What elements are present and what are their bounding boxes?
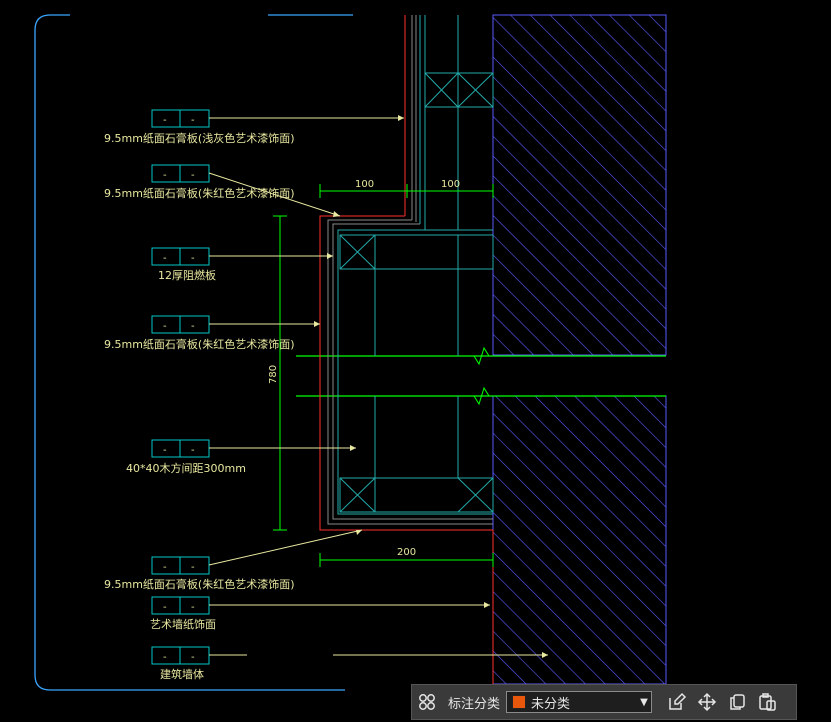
leader-3[interactable]: - - 12厚阻燃板 — [151, 247, 333, 282]
edit-icon[interactable] — [662, 687, 692, 717]
tag-cell-left: - — [163, 115, 167, 126]
leader-4[interactable]: - - 9.5mm纸面石膏板(朱红色艺术漆饰面) — [104, 315, 320, 351]
leader-2[interactable]: - - 9.5mm纸面石膏板(朱红色艺术漆饰面) — [104, 164, 341, 217]
paste-icon[interactable] — [752, 687, 782, 717]
annotation-category-select[interactable]: 未分类 ▼ — [506, 691, 653, 713]
tag-cell-right: - — [191, 602, 195, 613]
copy-icon[interactable] — [722, 687, 752, 717]
wall-hatch — [492, 14, 667, 356]
tag-cell-left: - — [163, 445, 167, 456]
tag-cell-left: - — [163, 253, 167, 264]
leader-label: 建筑墙体 — [160, 667, 204, 681]
tag-cell-left: - — [163, 602, 167, 613]
tag-cell-left: - — [163, 562, 167, 573]
dim-vertical: 780 — [268, 365, 279, 384]
annotation-category-label: 标注分类 — [448, 696, 501, 712]
tag-cell-right: - — [191, 652, 195, 663]
category-select-value: 未分类 — [531, 696, 571, 712]
cad-drawing-canvas[interactable]: 100 100 780 200 - - 9.5mm纸面石膏板(浅灰色艺术漆饰面)… — [0, 0, 831, 722]
grid-icon[interactable] — [412, 687, 442, 717]
leader-1[interactable]: - - 9.5mm纸面石膏板(浅灰色艺术漆饰面) — [104, 109, 404, 145]
tag-cell-left: - — [163, 321, 167, 332]
tag-cell-right: - — [191, 321, 195, 332]
leader-5[interactable]: - - 40*40木方间距300mm — [126, 439, 356, 475]
dim-top-right: 100 — [441, 179, 460, 190]
leader-label: 9.5mm纸面石膏板(朱红色艺术漆饰面) — [104, 337, 295, 351]
dim-bottom: 200 — [397, 547, 416, 558]
tag-cell-right: - — [191, 445, 195, 456]
leader-7[interactable]: - - 艺术墙纸饰面 — [150, 596, 490, 631]
chevron-down-icon: ▼ — [640, 696, 648, 708]
tag-cell-left: - — [163, 652, 167, 663]
leader-label: 40*40木方间距300mm — [126, 461, 246, 475]
leader-label: 9.5mm纸面石膏板(浅灰色艺术漆饰面) — [104, 131, 295, 145]
leader-label: 艺术墙纸饰面 — [150, 617, 216, 631]
move-icon[interactable] — [692, 687, 722, 717]
leader-label: 12厚阻燃板 — [158, 268, 216, 282]
leader-8[interactable]: - - 建筑墙体 — [151, 646, 548, 681]
leader-label: 9.5mm纸面石膏板(朱红色艺术漆饰面) — [104, 577, 295, 591]
tag-cell-right: - — [191, 562, 195, 573]
tag-cell-right: - — [191, 253, 195, 264]
dim-top-left: 100 — [355, 179, 374, 190]
wall-layers — [319, 15, 494, 684]
tag-cell-right: - — [191, 170, 195, 181]
wall-hatch-lower — [492, 395, 667, 685]
category-color-swatch — [512, 695, 527, 709]
annotation-toolbar: 标注分类 未分类 ▼ — [411, 684, 797, 720]
tag-cell-left: - — [163, 170, 167, 181]
leader-label: 9.5mm纸面石膏板(朱红色艺术漆饰面) — [104, 186, 295, 200]
tag-cell-right: - — [191, 115, 195, 126]
